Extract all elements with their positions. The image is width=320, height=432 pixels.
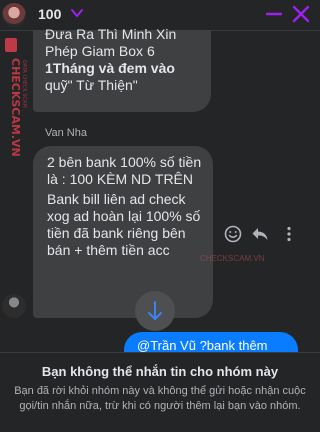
minimize-icon[interactable] — [266, 6, 282, 22]
message-bubble[interactable]: Đưa Ra Thì Minh Xin Phép Giam Box 6 1Thá… — [33, 26, 211, 112]
watermark-text: CHECKSCAM.VN — [9, 58, 22, 157]
watermark-small-text: DATA CHECK SCAM — [21, 60, 27, 108]
message-line: quỹ" Từ Thiện" — [45, 77, 138, 93]
outgoing-message-text: @Trần Vũ ?bank thêm — [137, 338, 268, 353]
message-paragraph: 2 bên bank 100% số tiền là : 100 KÈM ND … — [47, 154, 202, 187]
watermark-logo: CHECKSCAM.VN DATA CHECK SCAM — [5, 38, 27, 157]
message-line: 1Tháng và đem vào — [45, 60, 175, 76]
cannot-message-notice: Bạn không thể nhắn tin cho nhóm này Bạn … — [0, 352, 320, 432]
scroll-to-bottom-button[interactable] — [135, 291, 175, 331]
smile-icon[interactable] — [224, 225, 242, 243]
arrow-down-icon — [148, 301, 162, 320]
message-line: Phép Giam Box 6 — [45, 43, 155, 59]
notice-description: Bạn đã rời khỏi nhóm này và không thể gử… — [14, 385, 306, 412]
chevron-down-icon[interactable] — [70, 6, 84, 20]
conversation-name[interactable]: 100 — [38, 6, 61, 22]
group-avatar[interactable] — [2, 3, 26, 27]
close-icon[interactable] — [292, 5, 310, 23]
message-line: Đưa Ra Thì Minh Xin — [45, 26, 177, 42]
notice-title: Bạn không thể nhắn tin cho nhóm này — [41, 364, 279, 379]
sender-avatar[interactable] — [2, 294, 26, 318]
watermark-inline-text: CHECKSCAM.VN — [200, 254, 265, 263]
sender-name: Van Nha — [45, 127, 87, 139]
message-bubble[interactable]: 2 bên bank 100% số tiền là : 100 KÈM ND … — [33, 146, 213, 318]
reply-icon[interactable] — [251, 225, 269, 243]
message-paragraph: Bank bill liên ad check xog ad hoàn lại … — [47, 191, 201, 258]
more-vertical-icon[interactable] — [280, 225, 298, 243]
